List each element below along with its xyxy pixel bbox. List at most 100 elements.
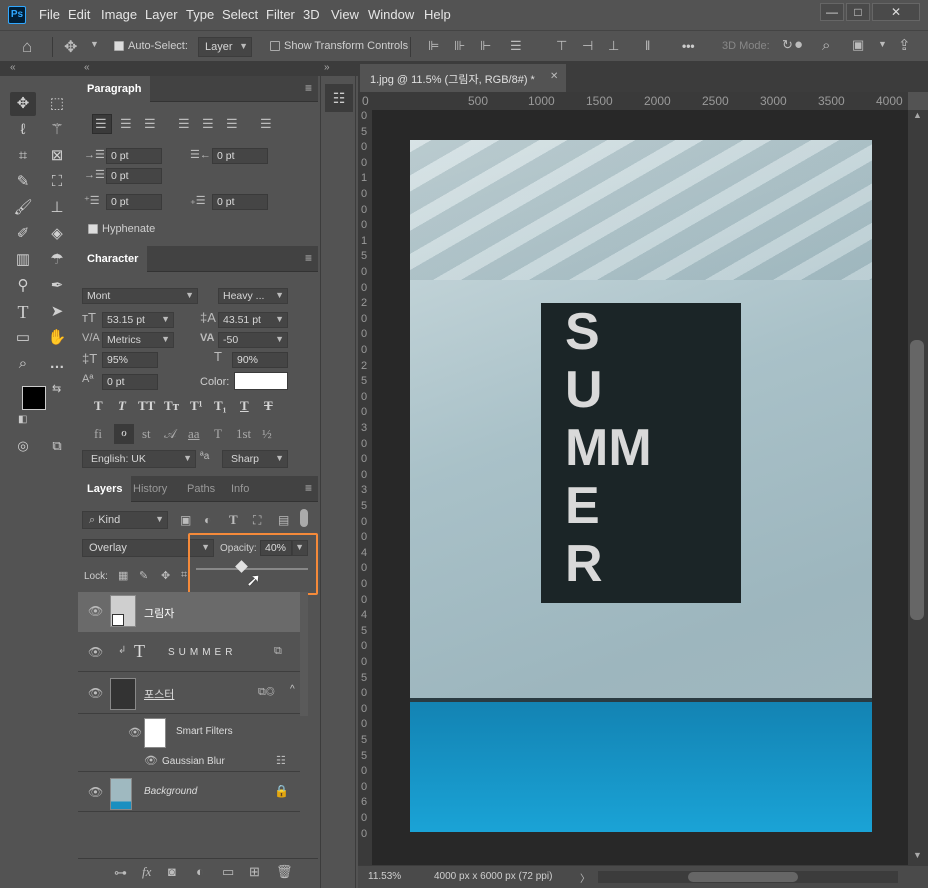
scroll-up-icon[interactable]: ▲ bbox=[913, 110, 922, 120]
font-family-dropdown[interactable]: Mont ▼ bbox=[82, 288, 198, 304]
history-brush-tool[interactable]: ✐ bbox=[10, 222, 36, 246]
justify-right-icon[interactable]: ☰ bbox=[226, 116, 238, 132]
panel-menu-icon[interactable]: ≡ bbox=[305, 81, 312, 95]
folder-icon[interactable]: ▭ bbox=[222, 864, 234, 880]
superscript-button[interactable]: T¹ bbox=[190, 398, 203, 414]
align-left-icon[interactable]: ⊫ bbox=[428, 38, 439, 54]
layer-row-smart-filters[interactable]: 👁 Smart Filters bbox=[78, 714, 300, 750]
titling-button[interactable]: T bbox=[214, 426, 222, 442]
auto-select-dropdown[interactable]: Layer ▼ bbox=[198, 37, 252, 57]
hyphenate-checkbox[interactable] bbox=[88, 224, 98, 234]
text-color-swatch[interactable] bbox=[234, 372, 288, 390]
gradient-tool[interactable]: ▥ bbox=[10, 248, 36, 272]
fractions-button[interactable]: ½ bbox=[262, 426, 272, 442]
document-canvas[interactable]: S U MM E R bbox=[410, 140, 872, 832]
align-center-icon[interactable]: ⊪ bbox=[454, 38, 465, 54]
dodge-tool[interactable]: ⚲ bbox=[10, 274, 36, 298]
strikethrough-button[interactable]: T bbox=[264, 398, 273, 414]
menu-select[interactable]: Select bbox=[222, 7, 258, 22]
collapse-toolbar-icon[interactable]: « bbox=[10, 62, 16, 73]
subscript-button[interactable]: T₁ bbox=[214, 398, 227, 414]
vertical-scrollbar[interactable]: ▲ ▼ bbox=[908, 110, 928, 865]
visibility-eye-icon[interactable]: 👁 bbox=[88, 645, 103, 659]
collapse-effects-icon[interactable]: ^ bbox=[290, 684, 295, 695]
document-tab[interactable]: 1.jpg @ 11.5% (그림자, RGB/8#) * ✕ bbox=[360, 64, 566, 92]
menu-window[interactable]: Window bbox=[368, 7, 414, 22]
justify-all-icon[interactable]: ☰ bbox=[260, 116, 272, 132]
faux-italic-button[interactable]: T bbox=[118, 398, 126, 414]
underline-button[interactable]: T bbox=[240, 398, 249, 414]
discretionary-ligatures-button[interactable]: st bbox=[142, 426, 151, 442]
tab-info[interactable]: Info bbox=[222, 476, 258, 502]
layer-name[interactable]: 그림자 bbox=[144, 605, 174, 621]
vertical-scale-field[interactable]: 95% bbox=[102, 352, 158, 368]
type-tool[interactable]: T bbox=[10, 300, 36, 324]
visibility-eye-icon[interactable]: 👁 bbox=[128, 726, 142, 739]
menu-file[interactable]: File bbox=[39, 7, 60, 22]
indent-first-line-field[interactable]: 0 pt bbox=[106, 168, 162, 184]
filter-type-icon[interactable]: T bbox=[229, 512, 238, 528]
more-tools-icon[interactable]: … bbox=[44, 352, 70, 376]
h-scroll-thumb[interactable] bbox=[688, 872, 798, 882]
space-before-field[interactable]: 0 pt bbox=[106, 194, 162, 210]
filter-shape-icon[interactable]: ⛶ bbox=[253, 513, 261, 528]
filter-kind-dropdown[interactable]: ⌕ Kind ▼ bbox=[82, 511, 168, 529]
distribute-vertical-icon[interactable]: ‖ bbox=[645, 38, 650, 53]
trash-icon[interactable]: 🗑 bbox=[276, 864, 293, 880]
filter-toggle-icon[interactable] bbox=[300, 509, 308, 527]
properties-panel-icon[interactable]: ☷ bbox=[325, 84, 353, 112]
crop-tool[interactable]: ⌗ bbox=[10, 144, 36, 168]
hand-tool[interactable]: ✋ bbox=[44, 326, 70, 350]
justify-left-icon[interactable]: ☰ bbox=[178, 116, 190, 132]
filter-adjustment-icon[interactable]: ◐ bbox=[204, 513, 211, 527]
layer-row-poster[interactable]: 👁 포스터 ⧉◎ ^ bbox=[78, 674, 300, 714]
move-tool[interactable]: ✥ bbox=[10, 92, 36, 116]
align-middle-icon[interactable]: ⊣ bbox=[582, 38, 593, 54]
menu-help[interactable]: Help bbox=[424, 7, 451, 22]
small-caps-button[interactable]: Tт bbox=[164, 398, 179, 414]
distribute-icon[interactable]: ☰ bbox=[510, 38, 522, 54]
layer-row-shadow[interactable]: 👁 그림자 bbox=[78, 592, 300, 632]
brush-tool[interactable]: 🖌 bbox=[10, 196, 36, 220]
horizontal-scale-field[interactable]: 90% bbox=[232, 352, 288, 368]
visibility-eye-icon[interactable]: 👁 bbox=[88, 785, 103, 799]
leading-field[interactable]: 43.51 pt ▼ bbox=[218, 312, 288, 328]
filter-name[interactable]: Gaussian Blur bbox=[162, 756, 225, 767]
quick-mask-icon[interactable]: ◎ bbox=[10, 434, 36, 458]
ordinals-button[interactable]: 1st bbox=[236, 426, 251, 442]
indent-left-field[interactable]: 0 pt bbox=[106, 148, 162, 164]
foreground-color-swatch[interactable] bbox=[22, 386, 46, 410]
lock-transparent-icon[interactable]: ▦ bbox=[118, 569, 128, 582]
eraser-tool[interactable]: ◈ bbox=[44, 222, 70, 246]
close-tab-icon[interactable]: ✕ bbox=[550, 71, 558, 82]
lock-image-icon[interactable]: ✎ bbox=[139, 569, 148, 582]
chevron-down-icon[interactable]: ▼ bbox=[90, 39, 99, 49]
lock-position-icon[interactable]: ✥ bbox=[161, 569, 170, 582]
ligatures-button[interactable]: fi bbox=[94, 426, 102, 442]
tab-character[interactable]: Character bbox=[78, 246, 148, 272]
smart-filters-label[interactable]: Smart Filters bbox=[176, 726, 233, 737]
stylistic-alternates-button[interactable]: aa bbox=[188, 426, 200, 442]
faux-bold-button[interactable]: T bbox=[94, 398, 103, 414]
antialias-dropdown[interactable]: Sharp ▼ bbox=[222, 450, 288, 468]
minimize-button[interactable]: — bbox=[820, 3, 844, 21]
tab-history[interactable]: History bbox=[124, 476, 176, 502]
menu-type[interactable]: Type bbox=[186, 7, 214, 22]
frame-tool[interactable]: ⊠ bbox=[44, 144, 70, 168]
home-icon[interactable]: ⌂ bbox=[22, 37, 32, 57]
magic-wand-tool[interactable]: ⚚ bbox=[44, 118, 70, 142]
scroll-down-icon[interactable]: ▼ bbox=[913, 850, 922, 860]
filter-smart-object-icon[interactable]: ▤ bbox=[278, 513, 289, 527]
align-bottom-icon[interactable]: ⊥ bbox=[608, 38, 619, 54]
tab-paragraph[interactable]: Paragraph bbox=[78, 76, 151, 102]
fx-icon[interactable]: fx bbox=[142, 864, 151, 880]
language-dropdown[interactable]: English: UK ▼ bbox=[82, 450, 196, 468]
layer-name[interactable]: SUMMER bbox=[168, 647, 236, 658]
layer-name[interactable]: 포스터 bbox=[144, 686, 174, 702]
zoom-tool[interactable]: ⌕ bbox=[10, 352, 36, 376]
menu-layer[interactable]: Layer bbox=[145, 7, 178, 22]
tracking-dropdown[interactable]: -50 ▼ bbox=[218, 332, 288, 348]
new-layer-icon[interactable]: ⊞ bbox=[249, 864, 260, 880]
swash-button[interactable]: 𝒜 bbox=[164, 426, 176, 442]
swap-colors-icon[interactable]: ⇆ bbox=[52, 382, 61, 395]
